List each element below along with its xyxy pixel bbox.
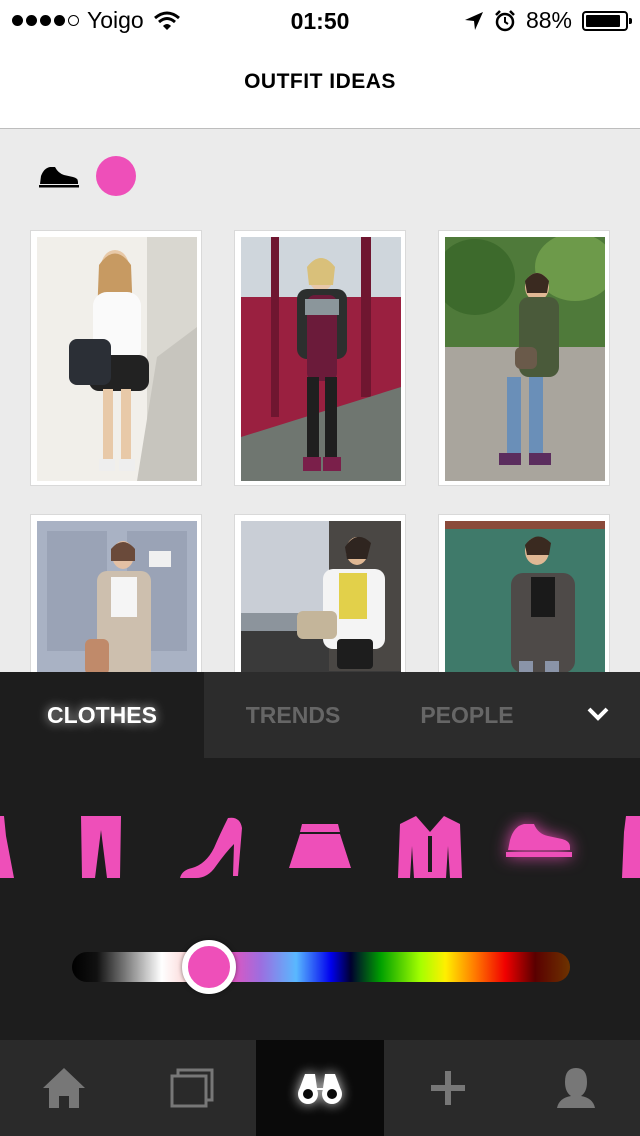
color-filter-chip[interactable]: [96, 156, 136, 196]
tab-photos[interactable]: [128, 1040, 256, 1136]
home-icon: [43, 1068, 85, 1108]
outfit-card[interactable]: [438, 230, 610, 486]
clothing-category-picker: [0, 812, 640, 892]
color-slider-knob[interactable]: [182, 940, 236, 994]
top-icon[interactable]: [618, 812, 640, 882]
filter-tabs: CLOTHES TRENDS PEOPLE: [0, 672, 640, 758]
color-slider-track[interactable]: [72, 952, 570, 982]
tab-profile[interactable]: [512, 1040, 640, 1136]
sneaker-icon[interactable]: [38, 164, 80, 188]
outfit-photo: [37, 237, 197, 481]
tab-discover[interactable]: [256, 1040, 384, 1136]
outfit-photo: [445, 237, 605, 481]
chevron-down-icon[interactable]: [586, 703, 610, 723]
bottom-tab-bar: [0, 1040, 640, 1136]
tab-trends[interactable]: TRENDS: [204, 672, 382, 758]
tab-clothes[interactable]: CLOTHES: [0, 672, 204, 758]
binoculars-icon: [298, 1074, 342, 1104]
high-heel-icon[interactable]: [178, 812, 244, 882]
status-bar: Yoigo 01:50 88%: [0, 0, 640, 40]
pants-icon[interactable]: [80, 812, 122, 882]
tab-people[interactable]: PEOPLE: [382, 672, 552, 758]
alarm-clock-icon: [495, 9, 515, 31]
dress-icon[interactable]: [0, 812, 14, 882]
battery-icon: [582, 10, 632, 31]
skirt-icon[interactable]: [288, 812, 352, 882]
blazer-icon[interactable]: [398, 812, 462, 882]
profile-icon: [557, 1068, 595, 1108]
tab-home[interactable]: [0, 1040, 128, 1136]
page-title: OUTFIT IDEAS: [244, 70, 396, 93]
outfit-photo: [241, 237, 401, 481]
tab-add[interactable]: [384, 1040, 512, 1136]
battery-percentage: 88%: [525, 7, 572, 33]
add-icon: [431, 1071, 465, 1105]
photos-icon: [170, 1068, 214, 1108]
location-arrow-icon: [464, 11, 483, 30]
outfit-card[interactable]: [234, 230, 406, 486]
active-filters: [38, 156, 136, 196]
navigation-bar: OUTFIT IDEAS: [0, 40, 640, 129]
sneaker-icon[interactable]: [504, 812, 574, 862]
filter-panel: CLOTHES TRENDS PEOPLE: [0, 672, 640, 1040]
outfit-card[interactable]: [30, 230, 202, 486]
